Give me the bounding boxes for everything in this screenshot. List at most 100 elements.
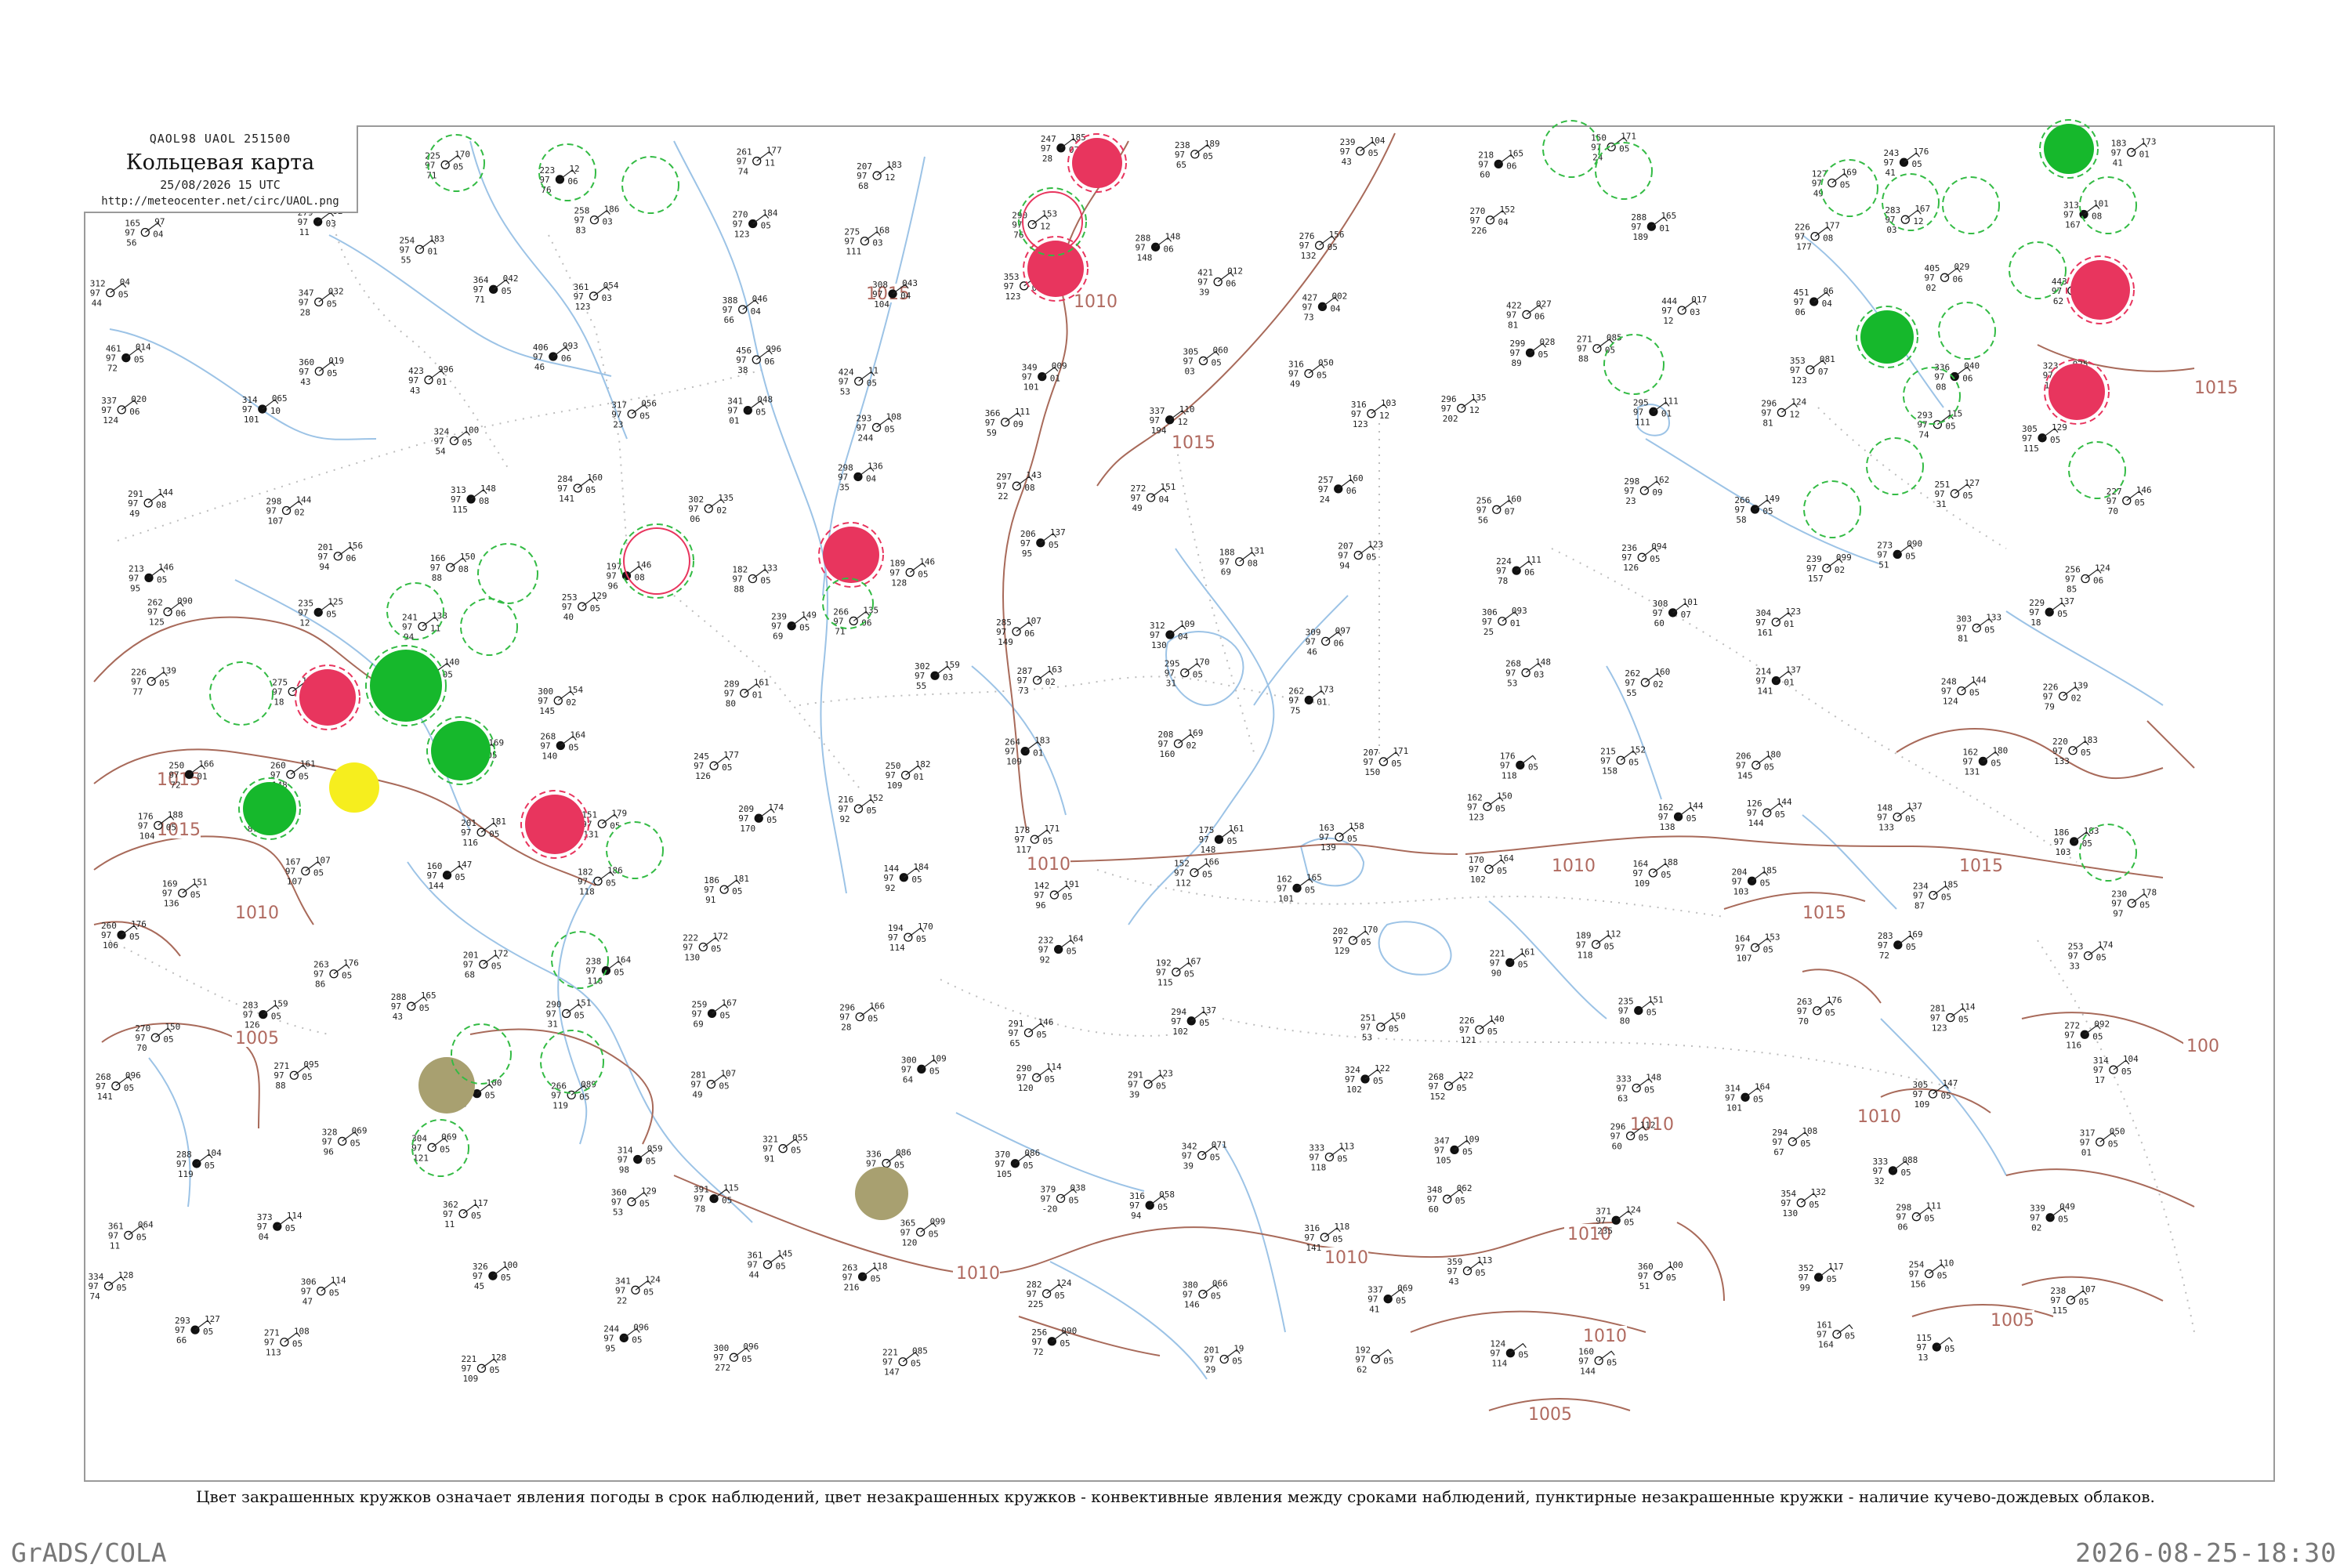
station-cluster[interactable]: 339 04997 0502 (2030, 1202, 2075, 1233)
station-cluster[interactable]: 354 13297 05130 (1780, 1187, 1826, 1219)
station-cluster[interactable]: 298 16297 0923 (1624, 475, 1669, 506)
station-cluster[interactable]: 256 16097 0756 (1476, 494, 1522, 525)
station-cluster[interactable]: 268 12297 05152 (1428, 1070, 1473, 1102)
station-cluster[interactable]: 178 17197 05117 (1014, 824, 1060, 855)
station-cluster[interactable]: 17697 05118 (1500, 751, 1538, 780)
station-cluster[interactable]: 239 09997 02157 (1806, 552, 1852, 584)
station-cluster[interactable]: 288 16597 01189 (1631, 211, 1676, 242)
station-cluster[interactable]: 380 06697 05146 (1183, 1279, 1228, 1310)
station-cluster[interactable]: 221 12897 05109 (461, 1353, 506, 1384)
station-cluster[interactable]: 352 11797 0599 (1799, 1262, 1844, 1293)
station-cluster[interactable]: 424 1197 0553 (839, 366, 878, 397)
station-cluster[interactable]: 251 15097 0553 (1360, 1012, 1406, 1043)
station-cluster[interactable]: 306 09397 0125 (1482, 606, 1527, 637)
station-cluster[interactable]: 250 18297 01109 (886, 759, 931, 791)
station-cluster[interactable]: 294 10897 0567 (1772, 1126, 1817, 1157)
station-cluster[interactable]: 226 13997 0577 (131, 666, 176, 697)
station-cluster[interactable]: 271 10897 05113 (264, 1327, 310, 1358)
station-cluster[interactable]: 360 10097 0551 (1638, 1260, 1683, 1291)
station-cluster[interactable]: 169 15197 05136 (162, 878, 208, 909)
station-cluster[interactable]: 215 15297 05158 (1600, 744, 1646, 776)
station-cluster[interactable]: 326 10097 0545 (473, 1260, 518, 1291)
station-cluster[interactable]: 342 07197 0539 (1182, 1140, 1227, 1171)
station-cluster[interactable]: 162 14497 05138 (1658, 801, 1704, 832)
station-cluster[interactable]: 308 10197 0760 (1653, 597, 1698, 628)
station-cluster[interactable]: 162 16597 05101 (1277, 872, 1322, 904)
station-cluster[interactable]: 283 15997 05126 (243, 999, 288, 1030)
station-cluster[interactable]: 16097 05144 (1578, 1346, 1617, 1376)
station-cluster[interactable]: 204 18597 05103 (1732, 865, 1777, 896)
station-cluster[interactable]: 221 08597 05147 (882, 1346, 928, 1378)
station-cluster[interactable]: 245 17797 05126 (694, 750, 739, 781)
station-cluster[interactable]: 259 16797 0569 (692, 998, 737, 1029)
station-cluster[interactable]: 163 15897 05139 (1319, 821, 1364, 853)
station-cluster[interactable]: 207 18397 1268 (857, 160, 902, 191)
station-cluster[interactable]: 288 16597 0543 (391, 990, 437, 1022)
station-cluster[interactable]: 152 16697 05112 (1174, 857, 1219, 889)
station-cluster[interactable]: 336 04097 0608 (1934, 360, 1980, 392)
station-cluster[interactable]: 349 00997 01101 (1022, 361, 1067, 393)
station-cluster[interactable]: 300 10997 0564 (901, 1053, 947, 1085)
station-cluster[interactable]: 341 12497 0522 (615, 1274, 661, 1305)
station-cluster[interactable]: 295 17097 0531 (1165, 657, 1210, 689)
station-cluster[interactable]: 313 10197 08167 (2063, 199, 2109, 230)
station-cluster[interactable]: 317 05697 0523 (611, 398, 657, 429)
station-cluster[interactable]: 364 04297 0571 (473, 273, 519, 305)
station-cluster[interactable]: 298 11197 0506 (1896, 1201, 1941, 1233)
station-cluster[interactable]: 238 10797 05115 (2050, 1284, 2096, 1316)
station-cluster[interactable]: 263 17697 0586 (313, 958, 359, 990)
weather-map[interactable]: 1015101510101005101010151010101510101015… (0, 0, 2351, 1567)
station-cluster[interactable]: 206 13797 0595 (1020, 527, 1066, 559)
station-cluster[interactable]: 316 05097 0549 (1288, 358, 1334, 389)
station-cluster[interactable]: 230 17897 0597 (2111, 888, 2157, 919)
station-cluster[interactable]: 314 05997 0598 (618, 1144, 663, 1175)
station-cluster[interactable]: 300 09697 05272 (713, 1342, 759, 1373)
station-cluster[interactable]: 347 10997 05105 (1434, 1134, 1480, 1165)
station-cluster[interactable]: 304 12397 01161 (1755, 607, 1801, 638)
station-cluster[interactable]: 305 12997 05115 (2022, 422, 2067, 454)
station-cluster[interactable]: 314 06597 10101 (242, 393, 288, 425)
station-cluster[interactable]: 166 15097 0888 (430, 552, 476, 583)
station-cluster[interactable]: 253 12997 0540 (562, 591, 607, 622)
station-cluster[interactable]: 244 09697 0595 (603, 1322, 649, 1353)
station-cluster[interactable]: 266 08997 05119 (551, 1079, 596, 1110)
station-cluster[interactable]: 293 10897 05244 (857, 411, 902, 443)
station-cluster[interactable]: 201 17297 0568 (463, 949, 509, 980)
station-cluster[interactable]: 337 11097 12194 (1150, 404, 1195, 436)
station-cluster[interactable]: 201 18197 05116 (461, 817, 506, 848)
station-cluster[interactable]: 461 01497 0572 (106, 342, 151, 374)
station-cluster[interactable]: 334 12897 0574 (89, 1270, 134, 1302)
station-cluster[interactable]: 272 15197 0449 (1131, 482, 1176, 513)
station-cluster[interactable]: 234 18597 0587 (1913, 880, 1958, 911)
station-cluster[interactable]: 347 03297 0528 (299, 286, 344, 317)
station-cluster[interactable]: 226 14097 05121 (1459, 1014, 1505, 1045)
station-cluster[interactable]: 317 05097 0501 (2080, 1126, 2125, 1157)
station-cluster[interactable]: 316 05897 0594 (1129, 1190, 1175, 1221)
station-cluster[interactable]: 290 11497 05120 (1016, 1062, 1062, 1093)
station-cluster[interactable]: 175 16197 05148 (1198, 824, 1244, 855)
station-cluster[interactable]: 221 16197 0590 (1490, 947, 1535, 978)
station-cluster[interactable]: 189 14697 05128 (889, 556, 935, 588)
station-cluster[interactable]: 202 17097 05129 (1332, 925, 1378, 956)
station-cluster[interactable]: 341 04897 0501 (727, 395, 773, 426)
station-cluster[interactable]: 293 11597 0574 (1917, 409, 1962, 440)
station-cluster[interactable]: 270 15297 04226 (1469, 205, 1515, 236)
station-cluster[interactable]: 296 12497 1281 (1761, 397, 1806, 428)
station-cluster[interactable]: 264 18397 01109 (1005, 736, 1050, 767)
station-cluster[interactable]: 226 13997 0279 (2043, 680, 2088, 712)
station-cluster[interactable]: 360 12997 0553 (611, 1186, 657, 1218)
station-cluster[interactable]: 207 12397 0594 (1338, 540, 1383, 571)
station-cluster[interactable]: 19297 0562 (1355, 1345, 1393, 1374)
station-cluster[interactable]: 293 12797 0566 (175, 1314, 220, 1345)
station-cluster[interactable]: 209 17497 05170 (738, 802, 784, 834)
station-cluster[interactable]: 186 18197 0591 (704, 874, 749, 905)
station-cluster[interactable]: 223 1297 0676 (539, 164, 579, 195)
station-cluster[interactable]: 192 16797 05115 (1156, 956, 1201, 987)
station-cluster[interactable]: 11597 0513 (1916, 1333, 1954, 1363)
station-cluster[interactable]: 254 11097 05156 (1909, 1258, 1954, 1289)
station-cluster[interactable]: 213 14697 0595 (129, 562, 174, 593)
station-cluster[interactable]: 126 14497 05144 (1747, 797, 1792, 828)
station-cluster[interactable]: 268 14897 0353 (1505, 657, 1551, 688)
station-cluster[interactable]: 220 18397 05133 (2052, 735, 2098, 766)
station-cluster[interactable]: 167 10797 05107 (285, 856, 331, 887)
